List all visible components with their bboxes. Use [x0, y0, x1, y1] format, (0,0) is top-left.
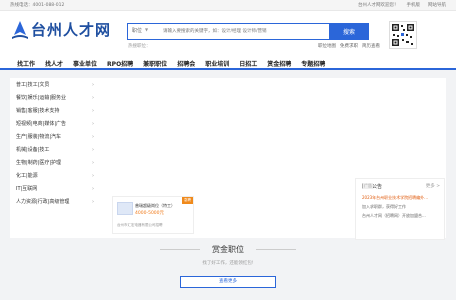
category-label: 短视频|电商|媒体|广告	[16, 121, 67, 127]
category-item[interactable]: 销售|客服|技术支持 ›	[10, 104, 100, 117]
welcome-text: 台州人才网欢迎您！	[358, 3, 399, 8]
chevron-right-icon: ›	[92, 185, 94, 192]
sitemap-link[interactable]: 网站导航	[428, 2, 446, 8]
nav-rpo[interactable]: RPO招聘	[102, 56, 138, 70]
chevron-right-icon: ›	[92, 159, 94, 166]
category-item[interactable]: 餐饮|娱乐|运输|服务业 ›	[10, 91, 100, 104]
search-category-select[interactable]: 职位	[132, 27, 142, 34]
top-links: 台州人才网欢迎您！ 手机版 网站导航	[358, 2, 446, 8]
hot-search-label: 热搜职位：	[128, 44, 151, 49]
notice-item[interactable]: 台州人才网（招聘网）开放加盟合...	[362, 213, 440, 222]
search-input[interactable]	[163, 26, 323, 36]
nav-job-fair[interactable]: 招聘会	[172, 56, 200, 70]
hotline-text: 热线电话：4001-088-012	[10, 3, 65, 8]
category-label: 普工|技工|文员	[16, 82, 50, 88]
header-links: 职位地图 免费求职 简历查看	[318, 43, 380, 49]
nav-training[interactable]: 职业培训	[200, 56, 234, 70]
company-thumbnail	[117, 202, 133, 215]
reward-subtitle: 找了好工作，还能领红包!	[202, 261, 254, 266]
job-map-link[interactable]: 职位地图	[318, 43, 336, 49]
site-logo[interactable]: 台州人才网	[12, 19, 111, 40]
category-label: 生物|制药|医疗|护理	[16, 160, 62, 166]
chevron-right-icon: ›	[92, 146, 94, 153]
chevron-right-icon: ›	[92, 198, 94, 205]
category-label: 销售|客服|技术支持	[16, 108, 60, 114]
category-item[interactable]: 生物|制药|医疗|护理 ›	[10, 156, 100, 169]
notice-item[interactable]: 加入求职群，获得好工作	[362, 204, 440, 213]
resume-link[interactable]: 简历查看	[362, 43, 380, 49]
search-box: 职位 ▼ 搜索	[127, 23, 369, 40]
nav-find-talent[interactable]: 找人才	[40, 56, 68, 70]
nav-part-time[interactable]: 兼职职位	[138, 56, 172, 70]
chevron-right-icon: ›	[92, 120, 94, 127]
nav-special-jobs[interactable]: 专题招聘	[296, 56, 330, 70]
category-item[interactable]: 生产|服装|物流|汽车 ›	[10, 130, 100, 143]
category-label: 餐饮|娱乐|运输|服务业	[16, 95, 67, 101]
category-list: 普工|技工|文员 › 餐饮|娱乐|运输|服务业 › 销售|客服|技术支持 › 短视频|…	[10, 78, 100, 208]
nav-find-job[interactable]: 找工作	[12, 56, 40, 70]
category-label: 机械|设备|技工	[16, 147, 50, 153]
chevron-right-icon: ›	[92, 133, 94, 140]
reward-section: 赏金职位 找了好工作，还能领红包!	[0, 244, 456, 266]
mobile-link[interactable]: 手机版	[407, 2, 421, 8]
category-item[interactable]: 机械|设备|技工 ›	[10, 143, 100, 156]
job-card[interactable]: 急聘 普瑞超级岗位（特工） 4000-5000元 台州市汇宏电器有限公司招聘	[112, 196, 194, 234]
nav-public-institution[interactable]: 事业单位	[68, 56, 102, 70]
category-label: 生产|服装|物流|汽车	[16, 134, 62, 140]
chevron-right-icon: ›	[92, 107, 94, 114]
main-nav: 找工作 找人才 事业单位 RPO招聘 兼职职位 招聘会 职业培训 日招工 赏金招…	[0, 56, 456, 70]
chevron-right-icon: ›	[92, 172, 94, 179]
main-panel: 普工|技工|文员 › 餐饮|娱乐|运输|服务业 › 销售|客服|技术支持 › 短视频|…	[10, 78, 446, 240]
logo-icon	[12, 20, 28, 39]
notice-item[interactable]: 2023年台州职业技术学院招聘编外...	[362, 195, 440, 204]
chevron-right-icon: ›	[92, 94, 94, 101]
free-job-link[interactable]: 免费求职	[340, 43, 358, 49]
urgent-badge: 急聘	[182, 197, 193, 204]
category-item[interactable]: 人力资源|行政|高级管理 ›	[10, 195, 100, 208]
notice-more-link[interactable]: 更多 >	[426, 183, 440, 189]
hot-search: 热搜职位：	[128, 43, 151, 49]
category-label: 人力资源|行政|高级管理	[16, 199, 70, 205]
reward-title: 赏金职位	[212, 245, 244, 254]
category-item[interactable]: 化工|能源 ›	[10, 169, 100, 182]
category-item[interactable]: 短视频|电商|媒体|广告 ›	[10, 117, 100, 130]
nav-reward-jobs[interactable]: 赏金招聘	[262, 56, 296, 70]
ad-tag: 广告	[363, 183, 373, 189]
chevron-right-icon: ›	[92, 81, 94, 88]
logo-text: 台州人才网	[31, 21, 112, 39]
category-item[interactable]: 普工|技工|文员 ›	[10, 78, 100, 91]
job-company[interactable]: 台州市汇宏电器有限公司招聘	[117, 223, 163, 228]
notice-list: 2023年台州职业技术学院招聘编外... 加入求职群，获得好工作 台州人才网（招…	[362, 195, 440, 222]
view-more-button[interactable]: 查看更多	[180, 276, 276, 288]
chevron-down-icon[interactable]: ▼	[145, 27, 148, 32]
category-item[interactable]: IT|互联网 ›	[10, 182, 100, 195]
qr-code-icon	[389, 21, 417, 49]
category-label: IT|互联网	[16, 186, 38, 192]
header: 台州人才网 职位 ▼ 搜索 热搜职位： 职位地图 免费求职 简历查看	[0, 11, 456, 56]
top-bar: 热线电话：4001-088-012 台州人才网欢迎您！ 手机版 网站导航	[0, 0, 456, 11]
nav-daily-jobs[interactable]: 日招工	[234, 56, 262, 70]
job-salary: 4000-5000元	[135, 211, 165, 216]
job-title[interactable]: 普瑞超级岗位（特工）	[135, 203, 175, 209]
search-button[interactable]: 搜索	[329, 23, 369, 40]
category-label: 化工|能源	[16, 173, 38, 179]
